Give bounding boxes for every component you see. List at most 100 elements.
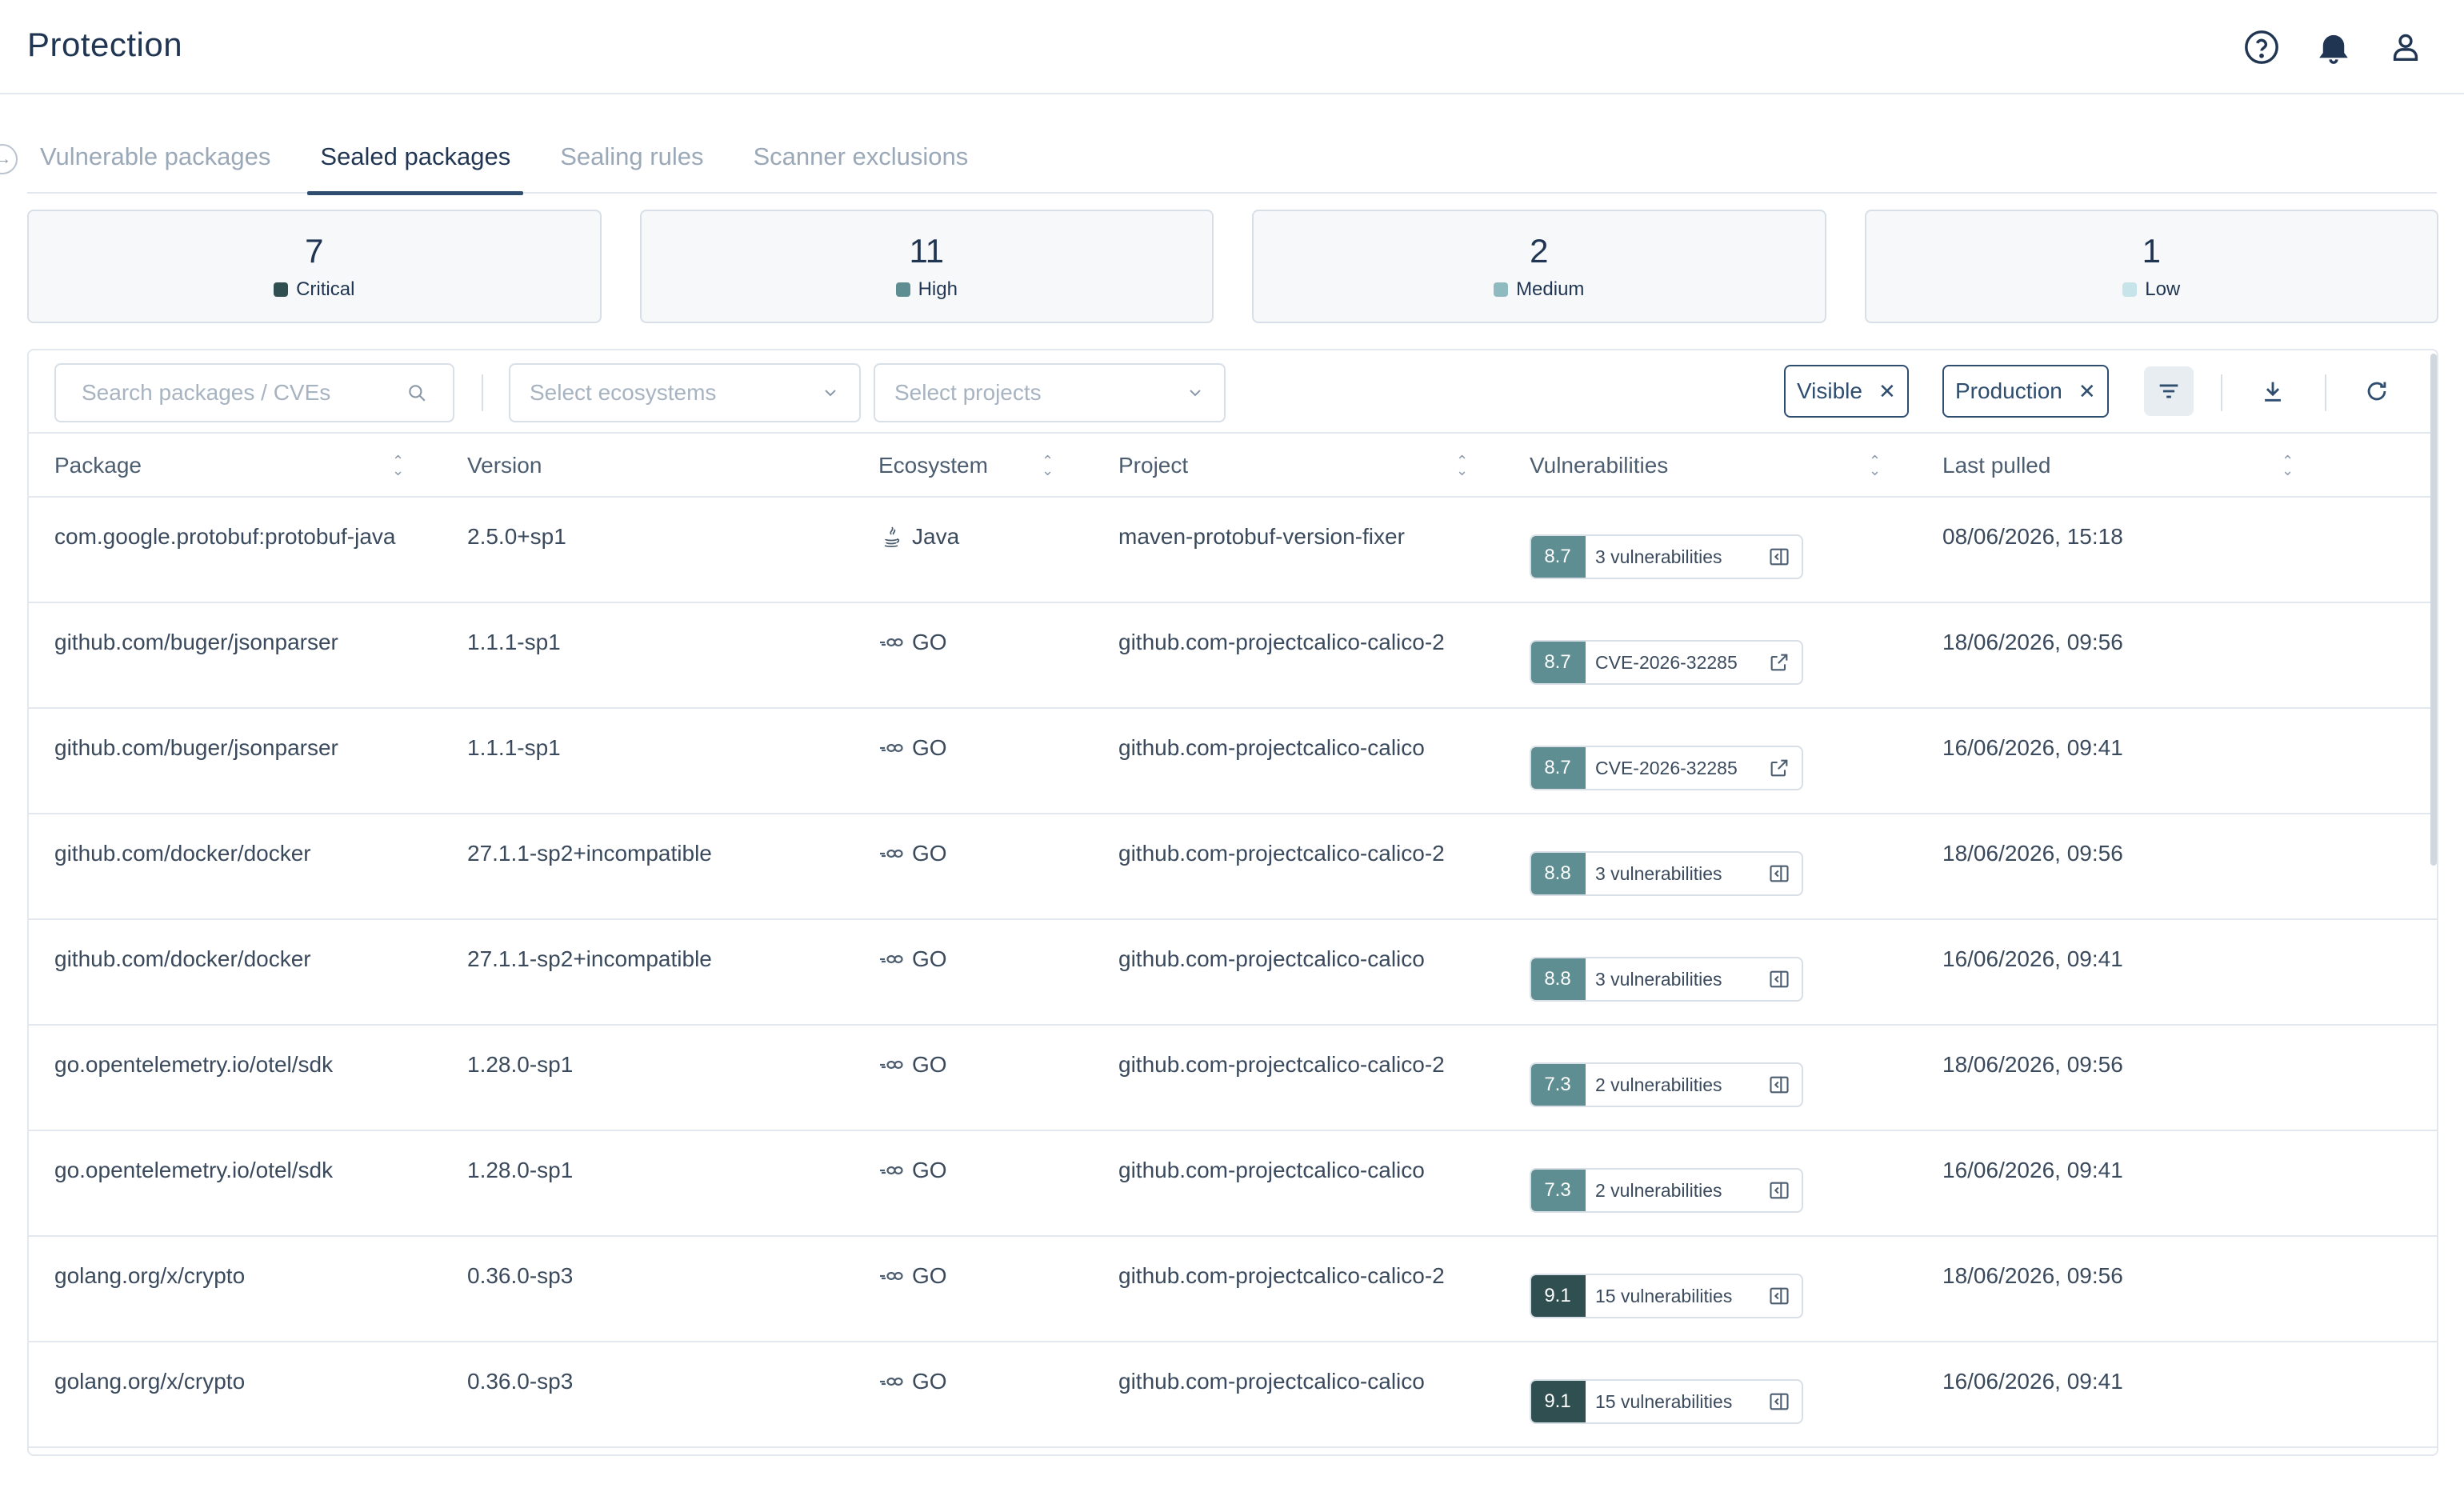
table-row[interactable]: github.com/docker/docker 27.1.1-sp2+inco…	[29, 920, 2437, 1026]
sort-icon[interactable]: ⌃ ⌄	[2282, 434, 2294, 498]
ecosystem-name: GO	[912, 1052, 947, 1077]
package-version: 2.5.0+sp1	[467, 524, 566, 549]
vulnerabilities-button[interactable]: 9.1 15 vulnerabilities	[1530, 1379, 1803, 1424]
ecosystem-name: Java	[912, 524, 960, 549]
refresh-button[interactable]	[2352, 366, 2402, 416]
last-pulled-date: 16/06/2026, 09:41	[1942, 735, 2123, 760]
table-row[interactable]: go.opentelemetry.io/otel/sdk 1.28.0-sp1 …	[29, 1026, 2437, 1131]
severity-dot	[895, 282, 910, 297]
search-input[interactable]: Search packages / CVEs	[54, 363, 454, 422]
vulnerabilities-button[interactable]: 7.3 2 vulnerabilities	[1530, 1062, 1803, 1107]
sort-icon[interactable]: ⌃ ⌄	[392, 434, 404, 498]
filter-button[interactable]	[2144, 366, 2194, 416]
page-title: Protection	[27, 26, 183, 63]
side-panel-icon[interactable]	[1757, 1285, 1802, 1307]
tab-scanner-exclusions[interactable]: Scanner exclusions	[740, 133, 981, 194]
projects-placeholder: Select projects	[894, 380, 1042, 405]
external-link-icon[interactable]	[1757, 757, 1802, 779]
package-version: 1.28.0-sp1	[467, 1052, 574, 1077]
table-row[interactable]: go.opentelemetry.io/otel/sdk 1.28.0-sp1 …	[29, 1131, 2437, 1237]
summary-card-high: 11 High	[639, 210, 1214, 323]
tab-sealing-rules[interactable]: Sealing rules	[547, 133, 716, 194]
column-header-vulnerabilities[interactable]: Vulnerabilities	[1530, 434, 1668, 498]
package-version: 0.36.0-sp3	[467, 1369, 574, 1394]
tab-vulnerable-packages[interactable]: Vulnerable packages	[27, 133, 283, 194]
ecosystem-cell: GO	[878, 1365, 947, 1398]
close-icon[interactable]: ✕	[1878, 379, 1896, 404]
severity-score: 8.8	[1531, 853, 1586, 894]
side-panel-icon[interactable]	[1757, 1074, 1802, 1096]
severity-dot	[1494, 282, 1509, 297]
severity-score: 9.1	[1531, 1381, 1586, 1422]
vulnerabilities-button[interactable]: 9.1 15 vulnerabilities	[1530, 1274, 1803, 1318]
bell-icon[interactable]	[2315, 29, 2352, 66]
sort-icon[interactable]: ⌃ ⌄	[1869, 434, 1881, 498]
column-header-package[interactable]: Package	[54, 434, 142, 498]
project-name: github.com-projectcalico-calico-2	[1118, 1052, 1445, 1077]
vulnerabilities-button[interactable]: 8.7 CVE-2026-32285	[1530, 746, 1803, 790]
side-panel-icon[interactable]	[1757, 546, 1802, 568]
package-name: go.opentelemetry.io/otel/sdk	[54, 1052, 334, 1077]
table-row[interactable]: golang.org/x/crypto 0.36.0-sp3 GO github…	[29, 1342, 2437, 1448]
column-header-project[interactable]: Project	[1118, 434, 1188, 498]
table-scrollbar[interactable]	[2430, 354, 2437, 866]
vulnerabilities-button[interactable]: 7.3 2 vulnerabilities	[1530, 1168, 1803, 1213]
table-row[interactable]: github.com/buger/jsonparser 1.1.1-sp1 GO…	[29, 709, 2437, 814]
vulnerabilities-label: CVE-2026-32285	[1595, 651, 1738, 673]
project-name: github.com-projectcalico-calico-2	[1118, 841, 1445, 866]
external-link-icon[interactable]	[1757, 651, 1802, 674]
sidebar-expand-button[interactable]: →	[0, 144, 18, 174]
table-row[interactable]: golang.org/x/crypto 0.36.0-sp3 GO github…	[29, 1237, 2437, 1342]
ecosystems-select[interactable]: Select ecosystems	[509, 363, 861, 422]
severity-summary: 7 Critical 11 High 2 Medium 1 Low	[27, 210, 2438, 323]
sort-icon[interactable]: ⌃ ⌄	[1456, 434, 1468, 498]
ecosystem-name: GO	[912, 735, 947, 760]
table-row[interactable]: github.com/docker/docker 27.1.1-sp2+inco…	[29, 814, 2437, 920]
filter-chip-visible[interactable]: Visible ✕	[1784, 365, 1909, 418]
summary-count: 1	[2142, 232, 2161, 270]
column-header-last-pulled[interactable]: Last pulled	[1942, 434, 2050, 498]
summary-label-wrap: High	[895, 278, 958, 301]
tab-bar: Vulnerable packages Sealed packages Seal…	[27, 133, 2437, 195]
last-pulled-date: 16/06/2026, 09:41	[1942, 1369, 2123, 1394]
package-name: github.com/buger/jsonparser	[54, 630, 338, 654]
divider	[2325, 374, 2326, 411]
side-panel-icon[interactable]	[1757, 1390, 1802, 1413]
ecosystem-cell: GO	[878, 731, 947, 765]
filter-chip-production[interactable]: Production ✕	[1942, 365, 2109, 418]
arrow-right-icon: →	[0, 150, 11, 168]
projects-select[interactable]: Select projects	[874, 363, 1226, 422]
tab-sealed-packages[interactable]: Sealed packages	[307, 133, 524, 195]
chip-label: Production	[1955, 378, 2062, 403]
last-pulled-date: 16/06/2026, 09:41	[1942, 946, 2123, 971]
ecosystem-name: GO	[912, 1158, 947, 1182]
column-header-version: Version	[467, 453, 542, 478]
severity-score: 8.7	[1531, 536, 1586, 578]
packages-table-panel: Search packages / CVEs Select ecosystems…	[27, 349, 2438, 1456]
ecosystem-name: GO	[912, 630, 947, 654]
sort-icon[interactable]: ⌃ ⌄	[1042, 434, 1054, 498]
download-button[interactable]	[2248, 366, 2298, 416]
user-icon[interactable]	[2387, 29, 2424, 66]
help-circle-icon[interactable]	[2243, 29, 2280, 66]
vulnerabilities-button[interactable]: 8.8 3 vulnerabilities	[1530, 851, 1803, 896]
vulnerabilities-button[interactable]: 8.7 CVE-2026-32285	[1530, 640, 1803, 685]
project-name: github.com-projectcalico-calico	[1118, 1158, 1425, 1182]
close-icon[interactable]: ✕	[2078, 379, 2096, 404]
column-header-ecosystem[interactable]: Ecosystem	[878, 434, 988, 498]
divider	[2221, 374, 2222, 411]
ecosystem-cell: Java	[878, 520, 959, 554]
ecosystem-name: GO	[912, 1369, 947, 1394]
ecosystems-placeholder: Select ecosystems	[530, 380, 717, 405]
refresh-icon	[2367, 382, 2386, 401]
chevron-down-icon	[1190, 390, 1201, 397]
vulnerabilities-button[interactable]: 8.8 3 vulnerabilities	[1530, 957, 1803, 1002]
side-panel-icon[interactable]	[1757, 1179, 1802, 1202]
side-panel-icon[interactable]	[1757, 862, 1802, 885]
severity-score: 8.7	[1531, 747, 1586, 789]
table-row[interactable]: com.google.protobuf:protobuf-java 2.5.0+…	[29, 498, 2437, 603]
table-row[interactable]: github.com/buger/jsonparser 1.1.1-sp1 GO…	[29, 603, 2437, 709]
side-panel-icon[interactable]	[1757, 968, 1802, 990]
vulnerabilities-button[interactable]: 8.7 3 vulnerabilities	[1530, 534, 1803, 579]
ecosystem-name: GO	[912, 1263, 947, 1288]
